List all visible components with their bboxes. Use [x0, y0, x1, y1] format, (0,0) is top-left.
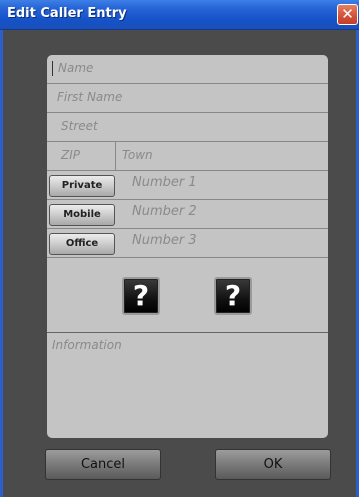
number-3-field[interactable]: Number 3: [119, 229, 328, 258]
question-mark-icon: ?: [224, 279, 242, 312]
help-button-1[interactable]: ?: [122, 277, 160, 315]
cancel-button[interactable]: Cancel: [45, 449, 161, 480]
name-placeholder: Name: [58, 61, 94, 75]
phone-row: Private Number 1: [47, 171, 328, 200]
question-mark-icon: ?: [132, 279, 150, 312]
name-field[interactable]: Name: [47, 55, 328, 84]
phone-type-office-button[interactable]: Office: [49, 233, 115, 255]
phone-row: Office Number 3: [47, 229, 328, 258]
information-field[interactable]: Information: [47, 334, 328, 438]
help-buttons-row: ? ?: [47, 258, 328, 333]
zip-field[interactable]: ZIP: [47, 142, 115, 171]
window-title: Edit Caller Entry: [7, 6, 127, 21]
caller-form-panel: Name First Name Street ZIP Town Private …: [47, 55, 328, 438]
text-cursor: [52, 61, 53, 76]
street-field[interactable]: Street: [47, 113, 328, 142]
number-2-placeholder: Number 2: [132, 204, 197, 219]
number-1-field[interactable]: Number 1: [119, 171, 328, 200]
help-button-2[interactable]: ?: [214, 277, 252, 315]
street-placeholder: Street: [61, 119, 98, 133]
number-1-placeholder: Number 1: [132, 175, 197, 190]
town-placeholder: Town: [122, 148, 153, 162]
close-button[interactable]: ✕: [337, 4, 358, 25]
zip-placeholder: ZIP: [61, 148, 80, 162]
information-placeholder: Information: [52, 338, 122, 352]
title-bar: Edit Caller Entry ✕: [0, 0, 359, 30]
number-3-placeholder: Number 3: [132, 233, 197, 248]
town-field[interactable]: Town: [116, 142, 328, 171]
ok-button[interactable]: OK: [215, 449, 331, 480]
close-icon: ✕: [341, 5, 354, 23]
phone-row: Mobile Number 2: [47, 200, 328, 229]
first-name-placeholder: First Name: [57, 90, 123, 104]
number-2-field[interactable]: Number 2: [119, 200, 328, 229]
phone-type-private-button[interactable]: Private: [49, 175, 115, 197]
zip-town-row: ZIP Town: [47, 142, 328, 171]
phone-type-mobile-button[interactable]: Mobile: [49, 204, 115, 226]
first-name-field[interactable]: First Name: [47, 84, 328, 113]
